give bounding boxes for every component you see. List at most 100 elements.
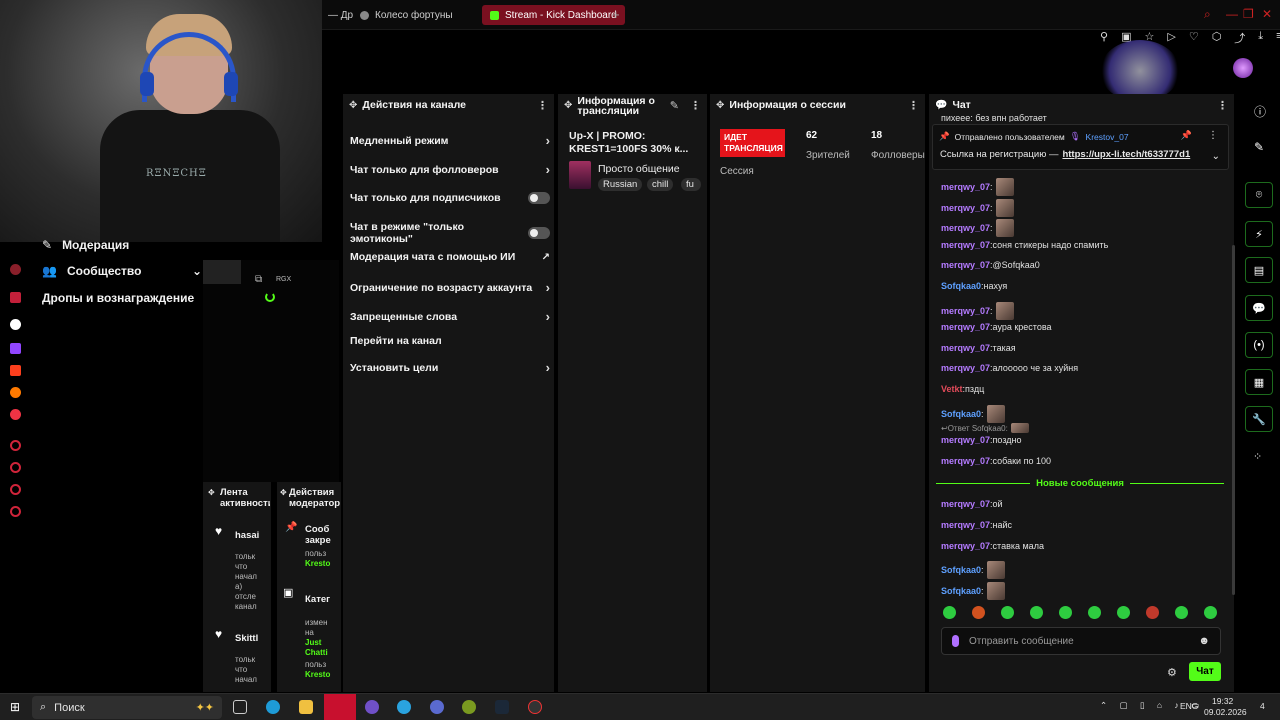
- emote-button[interactable]: [1117, 606, 1130, 619]
- kick-icon[interactable]: [10, 319, 21, 330]
- menu-icon[interactable]: ≡: [1276, 30, 1280, 46]
- app-icon[interactable]: [10, 264, 21, 275]
- restore-icon[interactable]: ❐: [1243, 7, 1254, 21]
- stream-preview[interactable]: ⧉ RGX: [203, 260, 339, 482]
- pin-icon[interactable]: ⚲: [1100, 30, 1108, 46]
- action-emotes-only[interactable]: Чат в режиме "только эмотиконы": [350, 221, 550, 245]
- close-icon[interactable]: ✕: [1262, 7, 1272, 21]
- extensions-icon[interactable]: ⬡: [1212, 30, 1222, 46]
- chat-settings-icon[interactable]: ⚙: [1167, 666, 1177, 679]
- heart-icon[interactable]: ♡: [1189, 30, 1199, 46]
- camera-tool-button[interactable]: ⌾: [1245, 182, 1273, 208]
- more-tools-icon[interactable]: ⁘: [1253, 450, 1262, 463]
- flash-tool-button[interactable]: ⚡: [1245, 221, 1273, 247]
- emoji-picker-icon[interactable]: ☻: [1198, 635, 1210, 647]
- youtube-icon[interactable]: [10, 292, 21, 303]
- share-icon[interactable]: ⤴: [1234, 30, 1245, 46]
- play-icon[interactable]: ▷: [1167, 30, 1175, 46]
- tag-chip[interactable]: Russian: [598, 178, 643, 191]
- chat-username[interactable]: merqwy_07: [941, 203, 990, 213]
- menu-item-drops[interactable]: Дропы и вознаграждение: [42, 291, 194, 305]
- firefox-icon[interactable]: [10, 387, 21, 398]
- chat-scrollbar[interactable]: [1232, 245, 1235, 595]
- layout-tool-button[interactable]: ▦: [1245, 369, 1273, 395]
- move-icon[interactable]: ✥: [208, 487, 215, 498]
- move-icon[interactable]: ✥: [564, 101, 572, 111]
- action-account-age[interactable]: Ограничение по возрасту аккаунта ›: [350, 280, 550, 295]
- clock-date[interactable]: 09.02.2026: [1204, 707, 1247, 717]
- emote-button[interactable]: [1175, 606, 1188, 619]
- action-slow-mode[interactable]: Медленный режим ›: [350, 133, 550, 148]
- menu-item-moderation[interactable]: ✎ Модерация: [42, 238, 129, 252]
- chat-username[interactable]: Sofqkaa0: [941, 565, 981, 575]
- emotes-only-toggle[interactable]: [528, 227, 550, 239]
- tab-kick-dashboard[interactable]: Stream - Kick Dashboard: [482, 5, 625, 25]
- chat-username[interactable]: merqwy_07: [941, 182, 990, 192]
- mod-action-user[interactable]: Kresto: [305, 670, 330, 680]
- edit-icon[interactable]: ✎: [670, 99, 679, 112]
- more-icon[interactable]: ⋮: [908, 99, 919, 112]
- info-icon[interactable]: ⓘ: [1254, 103, 1266, 120]
- chat-username[interactable]: Sofqkaa0: [941, 586, 981, 596]
- new-messages-divider[interactable]: Новые сообщения: [936, 477, 1224, 489]
- emote-button[interactable]: [1001, 606, 1014, 619]
- chat-input[interactable]: Отправить сообщение ☻: [941, 627, 1221, 655]
- settings-icon[interactable]: [10, 506, 21, 517]
- more-icon[interactable]: ⋮: [1208, 130, 1218, 141]
- more-icon[interactable]: ⋮: [1217, 99, 1228, 112]
- broadcast-tool-button[interactable]: (•): [1245, 332, 1273, 358]
- emote-button[interactable]: [1059, 606, 1072, 619]
- download-icon[interactable]: ⤓: [1258, 30, 1263, 46]
- chat-username[interactable]: merqwy_07: [941, 520, 990, 530]
- task-view-icon[interactable]: [233, 700, 247, 714]
- new-tab-button[interactable]: +: [612, 7, 620, 22]
- activity-user[interactable]: Skittl: [235, 633, 261, 644]
- action-ai-moderation[interactable]: Модерация чата с помощью ИИ ↗: [350, 251, 550, 263]
- chat-username[interactable]: merqwy_07: [941, 223, 990, 233]
- search-icon[interactable]: ⌕: [1204, 7, 1211, 22]
- chat-username[interactable]: Vetkt: [941, 384, 963, 394]
- tag-chip[interactable]: fu: [681, 178, 701, 191]
- emote-button[interactable]: [1146, 606, 1159, 619]
- subscribers-only-toggle[interactable]: [528, 192, 550, 204]
- chat-username[interactable]: Sofqkaa0: [941, 409, 981, 419]
- notes-tool-button[interactable]: ▤: [1245, 257, 1273, 283]
- chat-username[interactable]: merqwy_07: [941, 541, 990, 551]
- unpin-icon[interactable]: 📌: [1181, 130, 1192, 141]
- active-app-icon[interactable]: [324, 694, 356, 720]
- action-go-to-channel[interactable]: Перейти на канал: [350, 335, 550, 347]
- emote-button[interactable]: [1204, 606, 1217, 619]
- chat-username[interactable]: merqwy_07: [941, 499, 990, 509]
- clock-time[interactable]: 19:32: [1212, 696, 1233, 706]
- file-explorer-icon[interactable]: [299, 700, 313, 714]
- action-subscribers-only[interactable]: Чат только для подписчиков: [350, 192, 550, 204]
- action-banned-words[interactable]: Запрещенные слова ›: [350, 309, 550, 324]
- tag-chip[interactable]: chill: [647, 178, 674, 191]
- chat-username[interactable]: Sofqkaa0: [941, 281, 981, 291]
- menu-item-community[interactable]: 👥 Сообщество ⌄: [42, 264, 202, 278]
- mic-icon[interactable]: [952, 635, 959, 647]
- chat-username[interactable]: merqwy_07: [941, 435, 990, 445]
- avatar[interactable]: [1233, 58, 1253, 78]
- pinned-author[interactable]: Krestov_07: [1086, 132, 1129, 142]
- tab-fortune-wheel[interactable]: Колесо фортуны: [352, 5, 461, 25]
- activity-user[interactable]: hasai: [235, 530, 261, 541]
- discord-icon[interactable]: [365, 700, 379, 714]
- mod-action-user[interactable]: Kresto: [305, 559, 330, 569]
- move-icon[interactable]: ✥: [716, 100, 724, 111]
- mod-action-user[interactable]: Just Chatti: [305, 638, 331, 658]
- move-icon[interactable]: ✥: [280, 487, 287, 498]
- chat-username[interactable]: merqwy_07: [941, 322, 990, 332]
- emote-button[interactable]: [1088, 606, 1101, 619]
- action-followers-only[interactable]: Чат только для фолловеров ›: [350, 162, 550, 177]
- chat-username[interactable]: merqwy_07: [941, 260, 990, 270]
- misc-icon[interactable]: [10, 409, 21, 420]
- chat-tool-button[interactable]: 💬: [1245, 295, 1273, 321]
- action-set-goals[interactable]: Установить цели ›: [350, 360, 550, 375]
- chat-username[interactable]: merqwy_07: [941, 306, 990, 316]
- tools-tool-button[interactable]: 🔧: [1245, 406, 1273, 432]
- more-icon[interactable]: ⋮: [690, 99, 701, 112]
- edit-icon[interactable]: ✎: [1254, 140, 1264, 154]
- chat-username[interactable]: merqwy_07: [941, 456, 990, 466]
- share-icon[interactable]: [10, 484, 21, 495]
